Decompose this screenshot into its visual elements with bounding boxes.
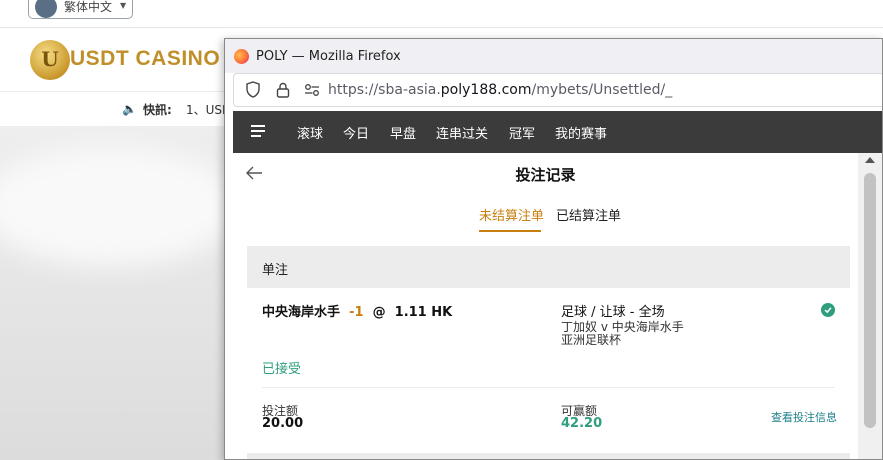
site-topbar: 繁体中文 ▼ bbox=[0, 0, 883, 27]
bet-history-page: 投注记录 未结算注单 已结算注单 单注 中央海岸水手 -1 @ 1.11 HK … bbox=[233, 153, 858, 459]
lock-icon[interactable] bbox=[276, 82, 290, 98]
section-header: 单注 bbox=[247, 246, 850, 288]
language-label: 繁体中文 bbox=[64, 0, 113, 14]
nav-item-my-events[interactable]: 我的赛事 bbox=[555, 123, 607, 142]
check-circle-icon bbox=[821, 303, 835, 317]
scroll-up-icon[interactable] bbox=[865, 157, 875, 163]
permissions-icon[interactable] bbox=[304, 83, 320, 97]
divider bbox=[262, 387, 835, 388]
bet-handicap: -1 bbox=[349, 305, 364, 320]
caret-down-icon: ▼ bbox=[120, 1, 127, 10]
menu-icon[interactable] bbox=[251, 125, 269, 139]
globe-icon bbox=[35, 0, 57, 18]
win-value: 42.20 bbox=[561, 416, 603, 431]
active-tab-indicator bbox=[479, 230, 541, 232]
bet-selection: 中央海岸水手 -1 @ 1.11 HK bbox=[262, 305, 453, 320]
bet-league: 亚洲足联杯 bbox=[561, 333, 622, 347]
window-title: POLY — Mozilla Firefox bbox=[256, 49, 401, 64]
nav-item-today[interactable]: 今日 bbox=[343, 123, 369, 142]
tab-settled[interactable]: 已结算注单 bbox=[556, 205, 621, 224]
url-text[interactable]: https://sba-asia.poly188.com/mybets/Unse… bbox=[328, 82, 672, 98]
nav-item-early[interactable]: 早盘 bbox=[390, 123, 416, 142]
scroll-thumb[interactable] bbox=[864, 173, 876, 428]
nav-item-live[interactable]: 滚球 bbox=[297, 123, 323, 142]
firefox-icon bbox=[234, 49, 249, 64]
bet-status: 已接受 bbox=[262, 362, 302, 377]
nav-item-parlay[interactable]: 连串过关 bbox=[436, 123, 488, 142]
window-titlebar[interactable]: POLY — Mozilla Firefox bbox=[225, 39, 882, 73]
news-label: 快訊: bbox=[143, 103, 172, 117]
next-bet-card bbox=[247, 453, 850, 459]
hero-highlight bbox=[0, 146, 240, 266]
page-title: 投注记录 bbox=[515, 166, 576, 184]
language-selector[interactable]: 繁体中文 ▼ bbox=[28, 0, 133, 19]
speaker-icon: 🔈 bbox=[122, 102, 137, 116]
bet-odds: 1.11 HK bbox=[394, 305, 453, 320]
shield-icon[interactable] bbox=[246, 81, 260, 98]
firefox-window: POLY — Mozilla Firefox https://sba-asia.… bbox=[224, 38, 883, 460]
tab-unsettled[interactable]: 未结算注单 bbox=[479, 205, 544, 224]
section-title: 单注 bbox=[262, 263, 289, 278]
casino-logo-icon[interactable]: U bbox=[30, 40, 70, 80]
nav-item-outright[interactable]: 冠军 bbox=[509, 123, 535, 142]
view-bet-details-link[interactable]: 查看投注信息 bbox=[771, 409, 837, 425]
sportsbook-nav: 滚球 今日 早盘 连串过关 冠军 我的赛事 bbox=[233, 111, 882, 153]
page-scrollbar[interactable] bbox=[858, 153, 882, 459]
stake-value: 20.00 bbox=[262, 416, 304, 431]
casino-logo-text[interactable]: USDT CASINO bbox=[70, 47, 220, 71]
news-text: 1、USI bbox=[186, 103, 226, 117]
address-bar[interactable]: https://sba-asia.poly188.com/mybets/Unse… bbox=[233, 73, 882, 107]
